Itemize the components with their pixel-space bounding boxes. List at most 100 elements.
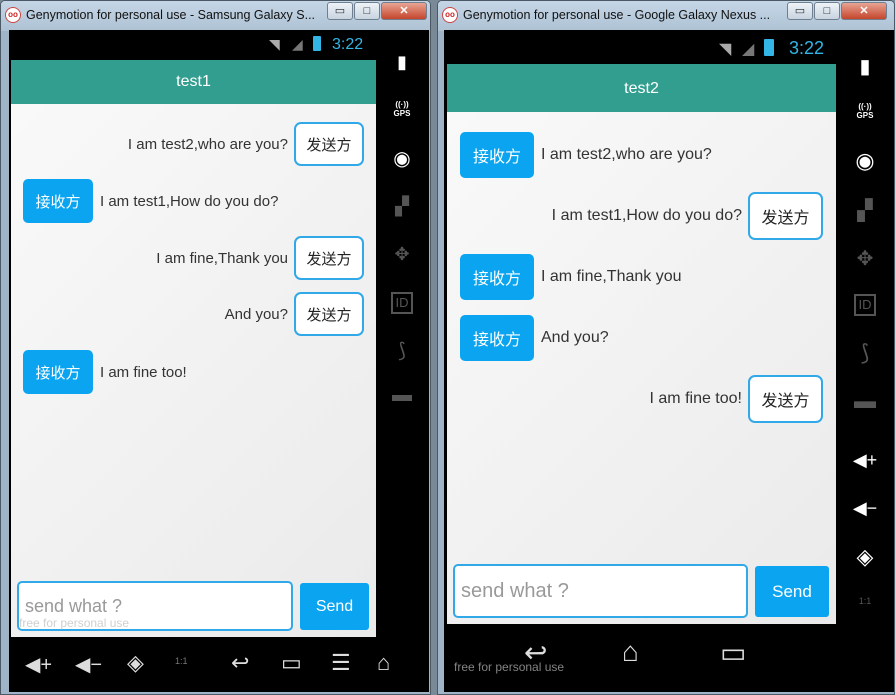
- message-row: 接收方 I am test1,How do you do?: [23, 179, 278, 223]
- sms-icon[interactable]: ▬: [850, 388, 880, 414]
- receiver-badge[interactable]: 接收方: [460, 254, 534, 300]
- rss-icon[interactable]: ⟆: [387, 338, 417, 363]
- watermark: free for personal use: [454, 660, 565, 674]
- title-bar[interactable]: oo Genymotion for personal use - Samsung…: [1, 1, 430, 31]
- message-text: I am test2,who are you?: [127, 135, 288, 153]
- video-icon[interactable]: ▞: [387, 196, 417, 217]
- message-text: I am test1,How do you do?: [100, 192, 279, 210]
- receiver-badge[interactable]: 接收方: [23, 350, 93, 394]
- send-button[interactable]: Send: [300, 583, 369, 630]
- message-text: I am fine too!: [649, 390, 743, 407]
- message-text: I am fine,Thank you: [156, 249, 288, 267]
- clock: 3:22: [789, 38, 825, 58]
- sms-icon[interactable]: ▬: [387, 384, 417, 407]
- gps-icon[interactable]: ((·)) GPS: [387, 100, 417, 118]
- recent-apps-icon[interactable]: ⌂: [377, 650, 390, 676]
- zoom-icon[interactable]: 1:1: [175, 656, 188, 666]
- gps-label: GPS: [856, 111, 874, 120]
- recent-apps-icon[interactable]: ▭: [720, 636, 746, 669]
- action-bar: test2: [447, 64, 836, 112]
- action-bar: test1: [11, 60, 376, 104]
- home-icon[interactable]: ⌂: [622, 636, 639, 668]
- receiver-badge[interactable]: 接收方: [23, 179, 93, 223]
- clock: 3:22: [332, 36, 364, 53]
- camera-icon[interactable]: ◉: [850, 148, 880, 174]
- emulator-window-2: oo Genymotion for personal use - Google …: [437, 0, 895, 695]
- sender-badge[interactable]: 发送方: [748, 192, 823, 240]
- battery-icon[interactable]: ▮: [387, 52, 417, 73]
- home-icon[interactable]: ▭: [281, 650, 302, 676]
- message-text: And you?: [541, 329, 609, 346]
- battery-icon[interactable]: ▮: [850, 54, 880, 79]
- message-row: I am fine too! 发送方: [649, 375, 823, 423]
- watermark: free for personal use: [19, 616, 130, 630]
- rotate-icon[interactable]: ◈: [850, 544, 880, 570]
- minimize-button[interactable]: ▭: [787, 2, 813, 20]
- message-row: 接收方 And you?: [460, 315, 609, 361]
- rotate-icon[interactable]: ◈: [127, 650, 144, 676]
- message-row: I am fine,Thank you 发送方: [156, 236, 364, 280]
- camera-icon[interactable]: ◉: [387, 146, 417, 171]
- message-text: I am test1,How do you do?: [551, 207, 742, 224]
- device-id-icon[interactable]: ID: [391, 292, 413, 314]
- message-text: I am test2,who are you?: [541, 146, 712, 163]
- wifi-icon: ◥: [719, 41, 732, 58]
- message-row: I am test1,How do you do? 发送方: [552, 192, 823, 240]
- message-text: And you?: [224, 305, 288, 323]
- sender-badge[interactable]: 发送方: [294, 236, 364, 280]
- zoom-icon[interactable]: 1:1: [850, 596, 880, 606]
- message-row: I am test2,who are you? 发送方: [128, 122, 364, 166]
- back-icon[interactable]: ↩: [231, 650, 249, 676]
- message-row: And you? 发送方: [225, 292, 364, 336]
- genymotion-logo-icon: oo: [442, 7, 458, 23]
- volume-down-icon[interactable]: ◀−: [850, 498, 880, 519]
- minimize-button[interactable]: ▭: [327, 2, 353, 20]
- message-text: I am fine,Thank you: [541, 268, 682, 285]
- receiver-badge[interactable]: 接收方: [460, 132, 534, 178]
- volume-up-icon[interactable]: ◀+: [850, 450, 880, 471]
- bottom-toolbar: ◀+ ◀− ◈ 1:1 ↩ ▭ ☰ ⌂: [9, 640, 429, 692]
- message-text: I am fine too!: [100, 363, 187, 381]
- device-frame: ◥ ◢ 3:22 test2 接收方 I am test2,who are yo…: [444, 30, 894, 692]
- dpad-icon[interactable]: ✥: [850, 246, 880, 271]
- sender-badge[interactable]: 发送方: [294, 122, 364, 166]
- menu-icon[interactable]: ☰: [331, 650, 351, 676]
- dpad-icon[interactable]: ✥: [387, 244, 417, 265]
- app-screen: test1 I am test2,who are you? 发送方 接收方 I …: [11, 60, 376, 637]
- message-input[interactable]: send what ?: [453, 564, 748, 618]
- sender-badge[interactable]: 发送方: [748, 375, 823, 423]
- signal-icon: ◢: [742, 41, 755, 58]
- receiver-badge[interactable]: 接收方: [460, 315, 534, 361]
- gps-label: GPS: [393, 109, 411, 118]
- message-row: 接收方 I am fine too!: [23, 350, 187, 394]
- side-toolbar: ▮ ((·)) GPS ◉ ▞ ✥ ID ⟆ ▬ ◀+ ◀− ◈ 1:1: [837, 30, 893, 640]
- send-button[interactable]: Send: [755, 566, 829, 617]
- status-bar: ◥ ◢ 3:22: [444, 30, 836, 64]
- wifi-icon: ◥: [269, 36, 280, 52]
- sender-badge[interactable]: 发送方: [294, 292, 364, 336]
- gps-icon[interactable]: ((·)) GPS: [850, 102, 880, 120]
- status-bar: ◥ ◢ 3:22: [9, 30, 376, 58]
- volume-up-icon[interactable]: ◀+: [25, 652, 52, 677]
- window-title: Genymotion for personal use - Google Gal…: [463, 8, 771, 22]
- app-screen: test2 接收方 I am test2,who are you? I am t…: [447, 64, 836, 624]
- message-row: 接收方 I am fine,Thank you: [460, 254, 682, 300]
- app-title: test2: [624, 80, 659, 97]
- device-id-icon[interactable]: ID: [854, 294, 876, 316]
- maximize-button[interactable]: □: [354, 2, 380, 20]
- maximize-button[interactable]: □: [814, 2, 840, 20]
- genymotion-logo-icon: oo: [5, 7, 21, 23]
- close-button[interactable]: ✕: [841, 2, 887, 20]
- side-toolbar: ▮ ((·)) GPS ◉ ▞ ✥ ID ⟆ ▬: [377, 30, 427, 638]
- window-title: Genymotion for personal use - Samsung Ga…: [26, 8, 316, 22]
- message-row: 接收方 I am test2,who are you?: [460, 132, 712, 178]
- emulator-window-1: oo Genymotion for personal use - Samsung…: [0, 0, 431, 695]
- rss-icon[interactable]: ⟆: [850, 340, 880, 366]
- title-bar[interactable]: oo Genymotion for personal use - Google …: [438, 1, 894, 31]
- volume-down-icon[interactable]: ◀−: [75, 652, 102, 677]
- battery-icon: [313, 36, 321, 51]
- device-frame: ◥ ◢ 3:22 test1 I am test2,who are you? 发…: [9, 30, 429, 692]
- bottom-navbar: ↩ ⌂ ▭ free for personal use: [444, 626, 836, 692]
- video-icon[interactable]: ▞: [850, 198, 880, 223]
- close-button[interactable]: ✕: [381, 2, 427, 20]
